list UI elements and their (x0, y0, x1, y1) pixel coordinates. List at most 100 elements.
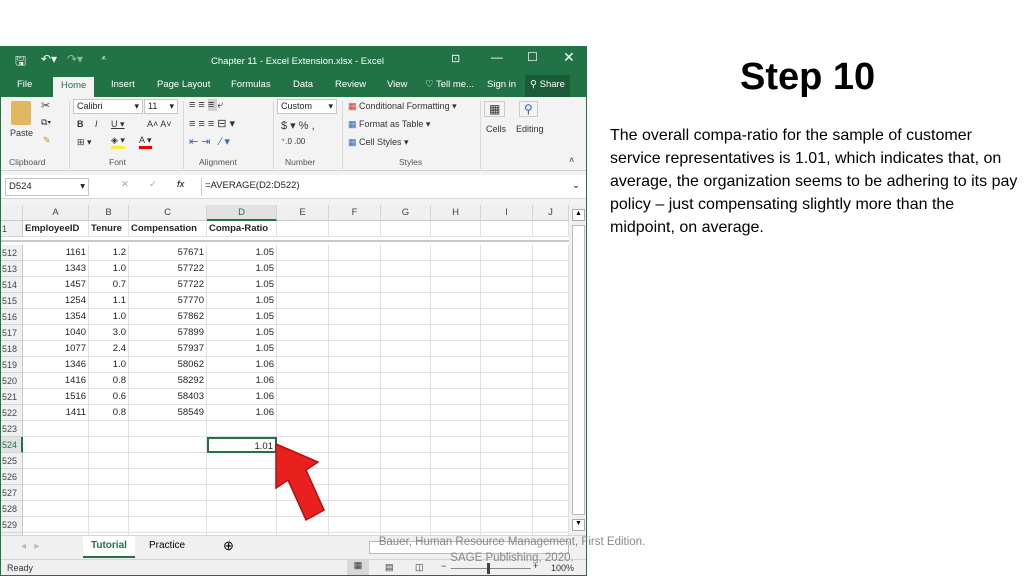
cell[interactable]: 1.0 (89, 309, 129, 325)
cell[interactable]: 1.0 (89, 357, 129, 373)
cell[interactable] (277, 325, 329, 341)
cell[interactable] (481, 453, 533, 469)
cancel-icon[interactable]: ✕ (121, 179, 129, 190)
cell[interactable] (381, 501, 431, 517)
cell[interactable]: 1.1 (89, 293, 129, 309)
cell[interactable] (481, 341, 533, 357)
cell[interactable] (329, 421, 381, 437)
cell[interactable] (481, 501, 533, 517)
cell[interactable] (277, 341, 329, 357)
cell[interactable]: 1343 (23, 261, 89, 277)
cell[interactable] (533, 373, 569, 389)
cell[interactable] (277, 357, 329, 373)
name-box[interactable]: D524 ▾ (5, 178, 89, 196)
cell[interactable] (207, 485, 277, 501)
cell[interactable]: 58292 (129, 373, 207, 389)
currency-percent-icons[interactable]: $ ▾ % , (281, 119, 315, 132)
cell[interactable] (481, 357, 533, 373)
column-title-cell[interactable]: EmployeeID (23, 221, 89, 237)
cell[interactable] (381, 485, 431, 501)
cell[interactable] (431, 501, 481, 517)
cell[interactable] (533, 469, 569, 485)
cell[interactable] (89, 517, 129, 533)
cell[interactable]: 57899 (129, 325, 207, 341)
cell[interactable] (533, 261, 569, 277)
cell[interactable]: 0.8 (89, 405, 129, 421)
font-name-select[interactable]: Calibri ▾ (73, 99, 143, 114)
cell[interactable]: 1354 (23, 309, 89, 325)
cell[interactable]: 1.05 (207, 293, 277, 309)
vertical-scrollbar[interactable]: ▲ ▼ (569, 205, 586, 535)
column-title-cell[interactable]: Compa-Ratio (207, 221, 277, 237)
cell[interactable] (533, 357, 569, 373)
copy-icon[interactable]: ⧉▾ (41, 117, 51, 128)
cell[interactable] (89, 485, 129, 501)
cell[interactable] (481, 325, 533, 341)
cell[interactable] (533, 453, 569, 469)
cell[interactable] (431, 421, 481, 437)
cell[interactable] (533, 485, 569, 501)
cell[interactable] (431, 325, 481, 341)
share-button[interactable]: ⚲ Share (525, 75, 570, 97)
cell[interactable]: 57722 (129, 261, 207, 277)
cell[interactable] (431, 293, 481, 309)
sign-in-link[interactable]: Sign in (487, 79, 516, 90)
cell[interactable]: 57671 (129, 245, 207, 261)
cell[interactable] (89, 469, 129, 485)
cell[interactable] (329, 453, 381, 469)
underline-button[interactable]: U ▾ (111, 119, 125, 130)
cell[interactable] (431, 485, 481, 501)
cell[interactable]: 1411 (23, 405, 89, 421)
italic-button[interactable]: I (95, 119, 98, 129)
cell[interactable] (481, 437, 533, 453)
ribbon-display-icon[interactable]: ⊡ (451, 52, 460, 65)
cell[interactable] (381, 309, 431, 325)
cell[interactable] (381, 517, 431, 533)
zoom-slider[interactable] (451, 568, 531, 569)
tab-file[interactable]: File (17, 79, 32, 90)
cell[interactable] (23, 437, 89, 453)
cell[interactable] (431, 389, 481, 405)
cell[interactable]: 1040 (23, 325, 89, 341)
cell[interactable] (381, 469, 431, 485)
cell[interactable] (207, 501, 277, 517)
tab-data[interactable]: Data (293, 79, 313, 90)
conditional-formatting-button[interactable]: ▦ Conditional Formatting ▾ (348, 101, 457, 112)
cell[interactable] (23, 517, 89, 533)
format-as-table-button[interactable]: ▦ Format as Table ▾ (348, 119, 430, 130)
number-format-select[interactable]: Custom ▾ (277, 99, 337, 114)
cell[interactable]: 1.06 (207, 405, 277, 421)
cell[interactable] (481, 261, 533, 277)
undo-icon[interactable]: ↶▾ (41, 52, 57, 66)
cut-icon[interactable]: ✂ (41, 99, 50, 112)
column-title-cell[interactable] (431, 221, 481, 237)
cell[interactable] (89, 437, 129, 453)
column-title-cell[interactable]: Tenure (89, 221, 129, 237)
minimize-icon[interactable]: — (491, 50, 503, 64)
tab-review[interactable]: Review (335, 79, 366, 90)
cell[interactable] (129, 501, 207, 517)
format-painter-icon[interactable]: ✎ (43, 135, 51, 146)
horizontal-align-icons[interactable]: ≡≡≡⊟▾ (189, 117, 238, 130)
cell[interactable] (431, 517, 481, 533)
cell[interactable] (431, 469, 481, 485)
cell[interactable]: 1.05 (207, 261, 277, 277)
column-title-cell[interactable] (481, 221, 533, 237)
cell[interactable] (381, 277, 431, 293)
cell[interactable] (431, 453, 481, 469)
cell[interactable]: 1416 (23, 373, 89, 389)
cell[interactable] (431, 245, 481, 261)
cell[interactable] (329, 357, 381, 373)
cell[interactable] (381, 357, 431, 373)
cell[interactable]: 57862 (129, 309, 207, 325)
cell[interactable] (481, 245, 533, 261)
cell[interactable] (381, 261, 431, 277)
save-icon[interactable]: 🖫 (15, 52, 26, 74)
cell[interactable] (381, 341, 431, 357)
cell[interactable]: 58062 (129, 357, 207, 373)
cell[interactable] (431, 373, 481, 389)
cell[interactable]: 1.05 (207, 309, 277, 325)
cell[interactable] (129, 421, 207, 437)
cell[interactable] (329, 437, 381, 453)
column-title-cell[interactable] (533, 221, 569, 237)
